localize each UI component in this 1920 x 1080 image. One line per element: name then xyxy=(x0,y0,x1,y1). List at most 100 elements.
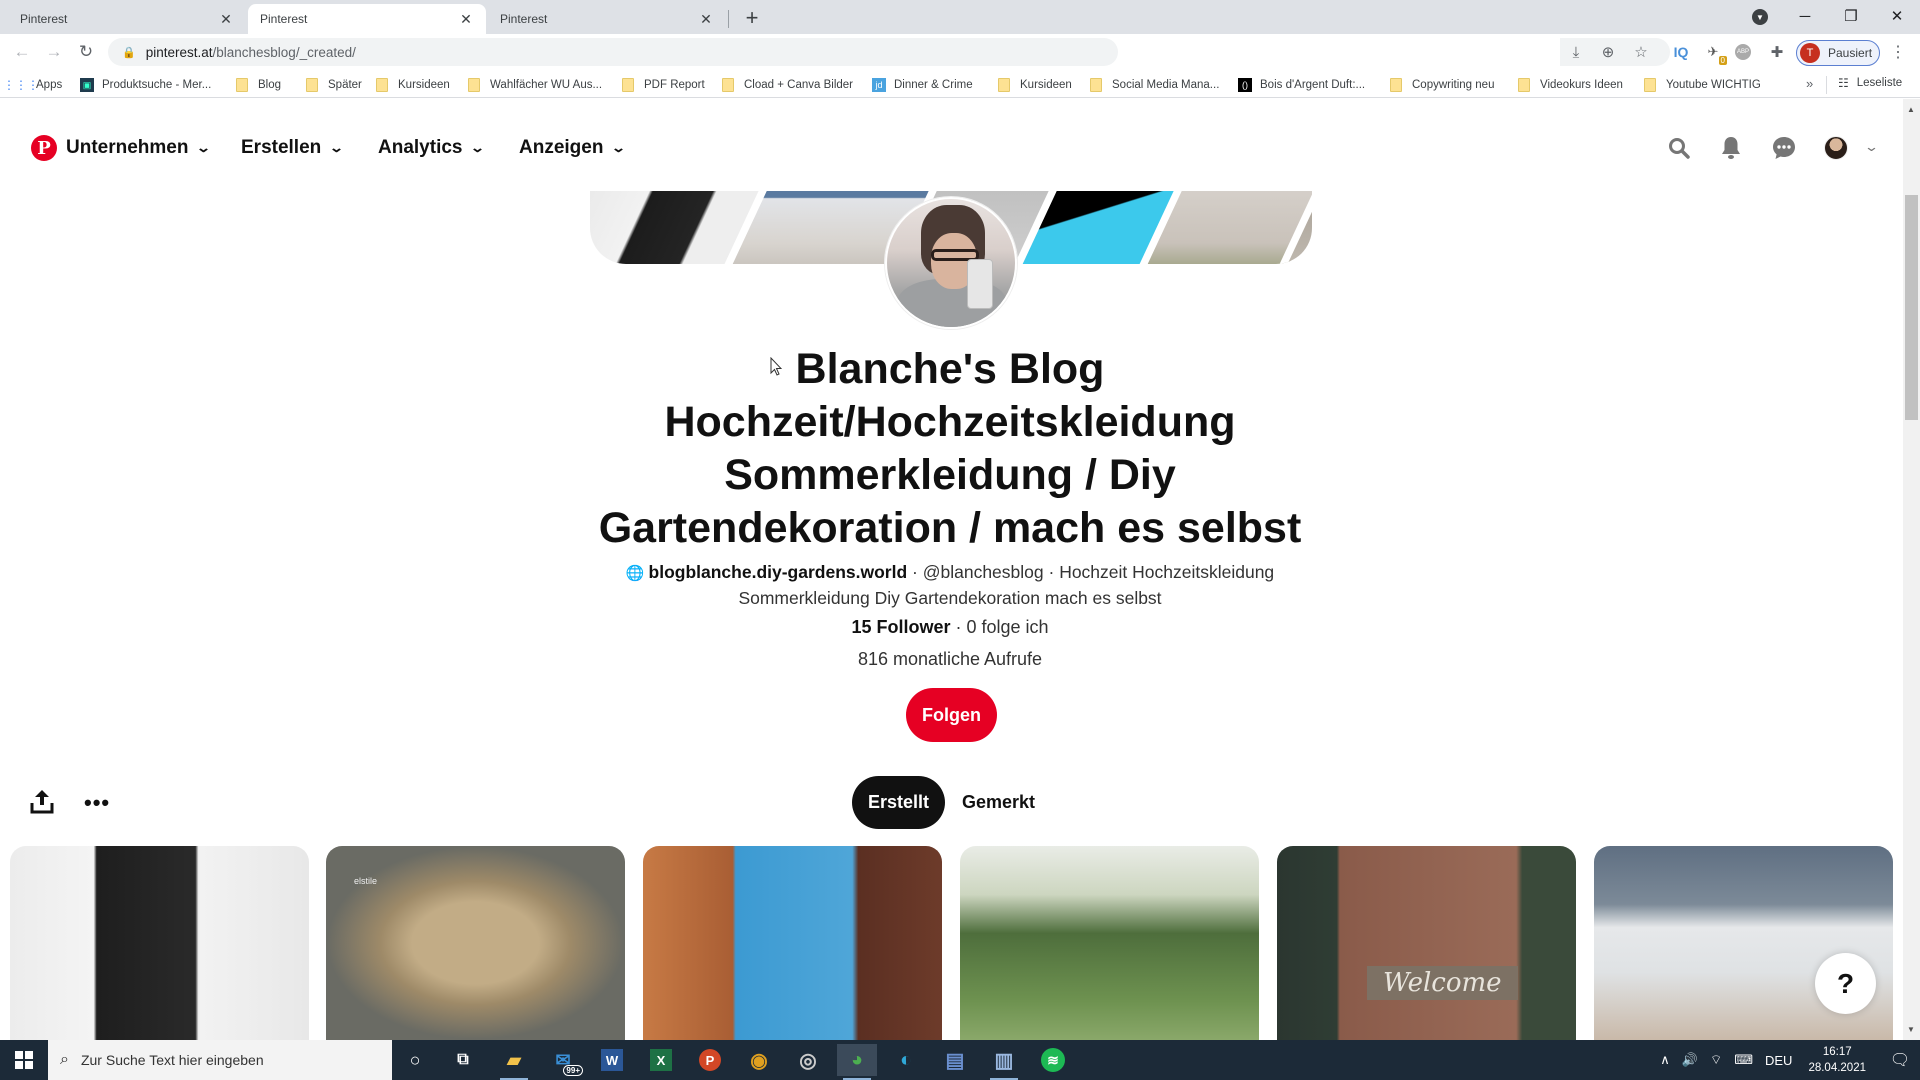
input-language[interactable]: DEU xyxy=(1765,1053,1792,1068)
file-explorer-icon[interactable]: ▰ xyxy=(494,1044,534,1080)
pin-card-garden-wedding[interactable] xyxy=(960,846,1259,1040)
keyboard-icon[interactable]: ⌨ xyxy=(1734,1052,1753,1068)
taskbar-search-box[interactable]: ⌕ Zur Suche Text hier eingeben xyxy=(48,1040,392,1080)
profile-button[interactable]: T Pausiert xyxy=(1796,40,1880,66)
image-app-icon[interactable]: ▥ xyxy=(984,1044,1024,1080)
address-bar[interactable]: 🔒 pinterest.at/blanchesblog/_created/ xyxy=(108,38,1118,66)
bookmark-dinner-crime[interactable]: jd Dinner & Crime xyxy=(872,76,973,94)
nav-analytics[interactable]: Analytics ⌄ xyxy=(378,134,486,162)
bookmark-folder-kursideen-2[interactable]: Kursideen xyxy=(998,76,1072,94)
bookmark-folder-videokurs[interactable]: Videokurs Ideen xyxy=(1518,76,1623,94)
adblock-plus-icon[interactable]: ABP xyxy=(1735,44,1751,60)
bookmarks-overflow-icon[interactable]: » xyxy=(1806,76,1813,91)
folder-icon xyxy=(236,78,248,92)
zoom-icon[interactable]: ⊕ xyxy=(1598,42,1618,62)
bookmark-folder-pdf-report[interactable]: PDF Report xyxy=(622,76,705,94)
bookmark-folder-copywriting[interactable]: Copywriting neu xyxy=(1390,76,1494,94)
word-icon[interactable]: W xyxy=(601,1049,623,1071)
chrome-icon[interactable]: ◕ xyxy=(837,1044,877,1080)
bookmark-bois-dargent[interactable]: () Bois d'Argent Duft:... xyxy=(1238,76,1365,94)
clock-time: 16:17 xyxy=(1822,1046,1852,1058)
bookmark-folder-youtube[interactable]: Youtube WICHTIG xyxy=(1644,76,1761,94)
help-question-button[interactable]: ? xyxy=(1815,953,1876,1014)
tab-close-icon[interactable]: ✕ xyxy=(218,11,234,28)
bookmark-produktsuche[interactable]: ▣ Produktsuche - Mer... xyxy=(80,76,211,94)
nav-label: Analytics xyxy=(378,137,463,158)
install-app-icon[interactable]: ⤓ xyxy=(1566,42,1586,62)
scrollbar-thumb[interactable] xyxy=(1905,195,1918,420)
scroll-up-arrow-icon[interactable]: ▲ xyxy=(1907,105,1915,114)
followers-count-link[interactable]: 15 Follower xyxy=(851,617,950,637)
tray-overflow-chevron-icon[interactable]: ∧ xyxy=(1660,1052,1670,1068)
notifications-bell-icon[interactable] xyxy=(1718,135,1744,161)
tab-gemerkt[interactable]: Gemerkt xyxy=(956,776,1041,829)
messages-chat-icon[interactable] xyxy=(1771,135,1797,161)
volume-icon[interactable]: 🔊 xyxy=(1682,1052,1698,1068)
bookmark-folder-kursideen[interactable]: Kursideen xyxy=(376,76,450,94)
browser-tab-3[interactable]: p Pinterest ✕ xyxy=(488,4,726,866)
new-tab-plus-icon[interactable]: + xyxy=(738,4,766,32)
search-icon[interactable] xyxy=(1666,135,1692,161)
bookmark-folder-wahlfaecher[interactable]: Wahlfächer WU Aus... xyxy=(468,76,602,94)
bookmark-apps[interactable]: ⋮⋮⋮ Apps xyxy=(3,76,62,94)
tab-close-icon[interactable]: ✕ xyxy=(458,11,474,28)
edge-icon[interactable]: ◐ xyxy=(886,1044,926,1076)
bookmark-label: Bois d'Argent Duft:... xyxy=(1260,79,1366,91)
pin-card-welcome-sign[interactable]: Welcome xyxy=(1277,846,1576,1040)
window-close-icon[interactable]: ✕ xyxy=(1874,0,1920,32)
nav-unternehmen[interactable]: Unternehmen ⌄ xyxy=(66,134,212,162)
pin-sign-text: Welcome xyxy=(1367,966,1518,1000)
action-center-icon[interactable]: 🗨 xyxy=(1880,1040,1920,1080)
back-arrow-icon[interactable]: ← xyxy=(10,40,34,64)
folder-icon xyxy=(1090,78,1102,92)
task-view-icon[interactable]: ⧉ xyxy=(443,1044,483,1076)
share-upload-icon[interactable] xyxy=(30,788,56,816)
excel-icon[interactable]: X xyxy=(650,1049,672,1071)
account-chevron-down-icon[interactable]: ⌄ xyxy=(1864,139,1879,155)
taskbar-clock[interactable]: 16:17 28.04.2021 xyxy=(1808,1044,1866,1076)
mail-icon[interactable]: ✉ 99+ xyxy=(543,1044,583,1076)
forward-arrow-icon[interactable]: → xyxy=(42,40,66,64)
browser-tab-2[interactable]: p Pinterest ✕ xyxy=(248,4,486,866)
pin-card-umbrella[interactable] xyxy=(643,846,942,1040)
pin-card-dress[interactable] xyxy=(10,846,309,1040)
browser-tab-1[interactable]: p Pinterest ✕ xyxy=(8,4,246,866)
document-app-icon[interactable]: ▤ xyxy=(935,1044,975,1076)
bookmark-folder-blog[interactable]: Blog xyxy=(236,76,281,94)
spotify-icon[interactable]: ≋ xyxy=(1041,1048,1065,1072)
bookmark-folder-spaeter[interactable]: Später xyxy=(306,76,362,94)
powerpoint-icon[interactable]: P xyxy=(699,1049,721,1071)
nav-anzeigen[interactable]: Anzeigen ⌄ xyxy=(519,134,627,162)
pinterest-logo-icon[interactable]: P xyxy=(31,135,57,161)
bookmark-folder-social-media[interactable]: Social Media Mana... xyxy=(1090,76,1219,94)
bookmark-star-icon[interactable]: ☆ xyxy=(1631,42,1651,62)
bookmark-label: Wahlfächer WU Aus... xyxy=(490,79,603,91)
tab-search-icon[interactable]: ▼ xyxy=(1752,9,1768,25)
bird-extension-icon[interactable]: ✈ 0 xyxy=(1703,42,1727,65)
tab-erstellt[interactable]: Erstellt xyxy=(852,776,945,829)
pin-card-braids[interactable]: elstile xyxy=(326,846,625,1040)
cortana-icon[interactable]: ○ xyxy=(395,1044,435,1076)
windows-start-icon[interactable] xyxy=(0,1040,48,1080)
iq-extension-icon[interactable]: IQ xyxy=(1671,42,1691,62)
bookmark-label: PDF Report xyxy=(644,79,705,91)
restore-icon[interactable]: ❐ xyxy=(1828,0,1874,32)
follow-button[interactable]: Folgen xyxy=(906,688,997,742)
scroll-down-arrow-icon[interactable]: ▼ xyxy=(1907,1025,1915,1034)
account-avatar[interactable] xyxy=(1824,136,1848,160)
wifi-icon[interactable]: ⌔ xyxy=(1710,1052,1722,1068)
profile-website-link[interactable]: blogblanche.diy-gardens.world xyxy=(649,562,908,582)
reading-list-button[interactable]: ☷ Leseliste xyxy=(1838,76,1902,90)
tab-close-icon[interactable]: ✕ xyxy=(698,11,714,28)
reload-icon[interactable]: ↻ xyxy=(74,40,98,64)
bookmark-label: Kursideen xyxy=(1020,79,1072,91)
obs-icon[interactable]: ◎ xyxy=(788,1044,828,1076)
bookmark-folder-cload-canva[interactable]: Cload + Canva Bilder xyxy=(722,76,853,94)
more-options-ellipsis-icon[interactable]: ••• xyxy=(84,790,110,816)
nav-erstellen[interactable]: Erstellen ⌄ xyxy=(241,134,344,162)
extensions-puzzle-icon[interactable]: ✚ xyxy=(1767,42,1787,62)
colorful-app-icon[interactable]: ◉ xyxy=(739,1044,779,1076)
minimize-icon[interactable]: ─ xyxy=(1782,0,1828,32)
chrome-menu-icon[interactable]: ⋮ xyxy=(1890,42,1906,62)
page-scrollbar[interactable]: ▲ ▼ xyxy=(1903,99,1920,1040)
